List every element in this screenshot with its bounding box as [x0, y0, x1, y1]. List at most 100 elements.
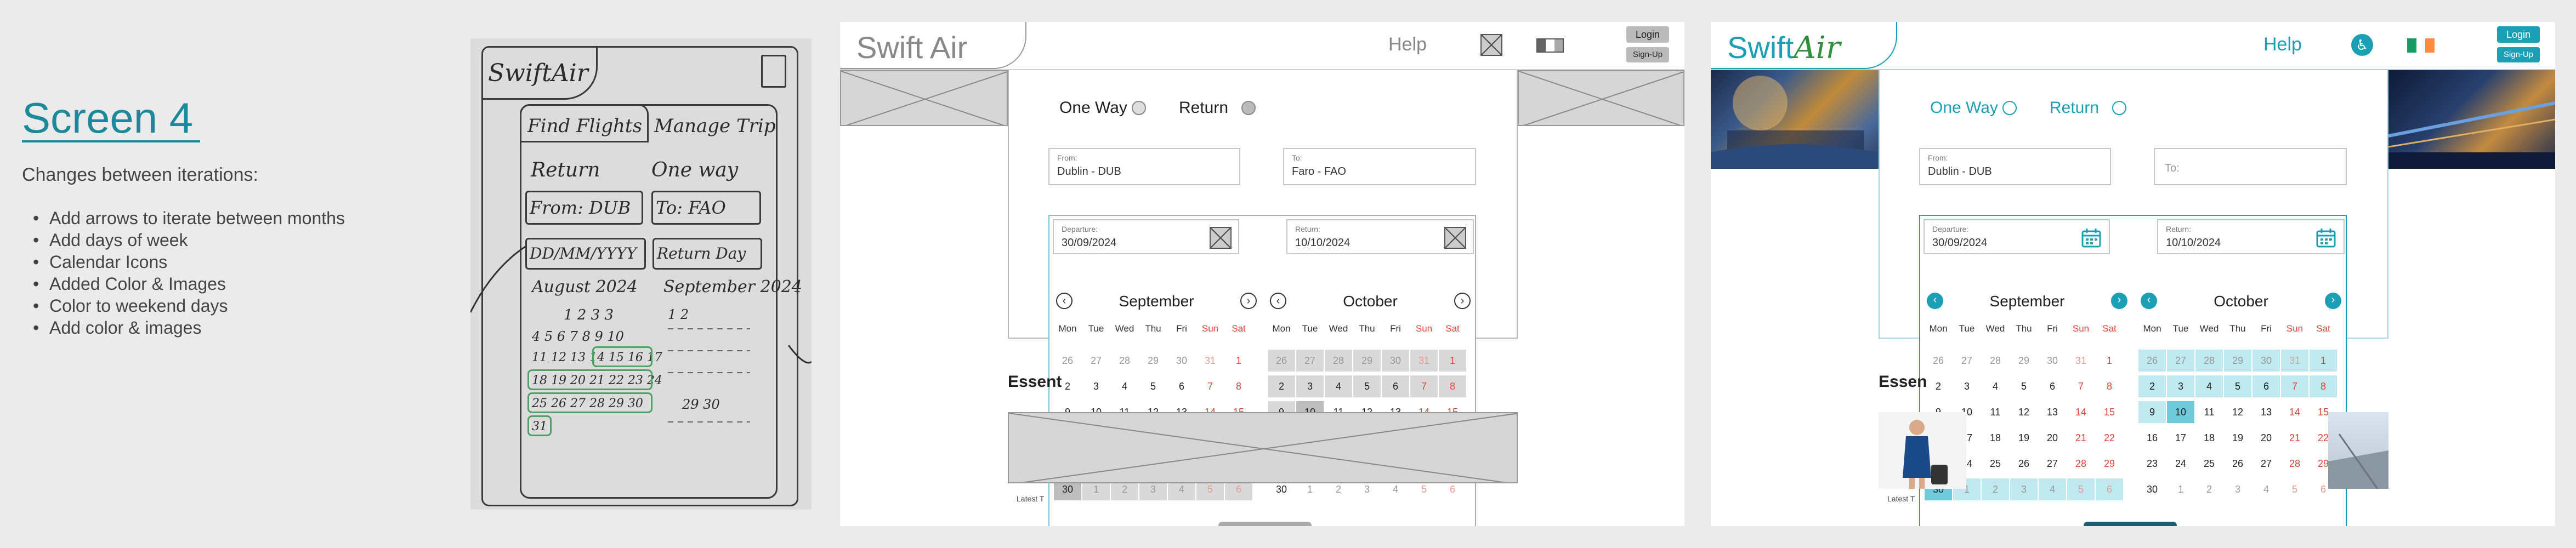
calendar-day[interactable]: 7: [1196, 375, 1224, 397]
from-field[interactable]: From: Dublin - DUB: [1048, 148, 1240, 185]
calendar-day[interactable]: 2: [1925, 375, 1952, 397]
calendar-day[interactable]: 27: [1296, 350, 1324, 372]
one-way-radio[interactable]: [2002, 101, 2017, 115]
calendar-day[interactable]: 29: [1353, 350, 1381, 372]
departure-calendar-icon[interactable]: [1210, 227, 1232, 249]
calendar-day[interactable]: 1: [2167, 478, 2194, 500]
calendar-day[interactable]: 21: [2281, 427, 2308, 449]
calendar-day[interactable]: 23: [2138, 453, 2166, 475]
calendar-day[interactable]: 31: [1410, 350, 1438, 372]
return-field[interactable]: Return: 10/10/2024: [1286, 219, 1474, 254]
calendar-day[interactable]: 27: [1082, 350, 1110, 372]
signup-button[interactable]: Sign-Up: [2497, 47, 2540, 62]
prev-month-icon[interactable]: ‹: [1927, 293, 1943, 309]
calendar-day[interactable]: 6: [1382, 375, 1409, 397]
flag-icon[interactable]: [1536, 38, 1564, 53]
accessibility-icon[interactable]: ♿: [2351, 34, 2373, 56]
calendar-day[interactable]: 17: [2167, 427, 2194, 449]
calendar-day[interactable]: 31: [2281, 350, 2308, 372]
calendar-day[interactable]: 26: [1925, 350, 1952, 372]
departure-field[interactable]: Departure: 30/09/2024: [1053, 219, 1239, 254]
calendar-day[interactable]: 20: [2039, 427, 2066, 449]
help-link[interactable]: Help: [1388, 34, 1427, 55]
calendar-day[interactable]: 16: [2138, 427, 2166, 449]
departure-field[interactable]: Departure: 30/09/2024: [1924, 219, 2110, 254]
calendar-day[interactable]: 9: [2138, 401, 2166, 423]
calendar-day[interactable]: 1: [1225, 350, 1252, 372]
calendar-day[interactable]: 30: [1382, 350, 1409, 372]
calendar-day[interactable]: 7: [1410, 375, 1438, 397]
calendar-day[interactable]: 6: [2252, 375, 2280, 397]
calendar-day[interactable]: 6: [2096, 478, 2123, 500]
calendar-day[interactable]: 13: [2252, 401, 2280, 423]
calendar-day[interactable]: 14: [2067, 401, 2095, 423]
calendar-day[interactable]: 4: [2252, 478, 2280, 500]
calendar-day[interactable]: 8: [1225, 375, 1252, 397]
calendar-day[interactable]: 27: [2167, 350, 2194, 372]
calendar-day[interactable]: 4: [1982, 375, 2009, 397]
calendar-day[interactable]: 4: [1325, 375, 1352, 397]
calendar-day[interactable]: 10: [2167, 401, 2194, 423]
calendar-day[interactable]: 26: [1054, 350, 1081, 372]
next-month-icon[interactable]: ›: [1240, 293, 1257, 309]
calendar-day[interactable]: 24: [2167, 453, 2194, 475]
calendar-day[interactable]: 19: [2010, 427, 2038, 449]
calendar-day[interactable]: 18: [2195, 427, 2223, 449]
calendar-day[interactable]: 28: [2067, 453, 2095, 475]
calendar-day[interactable]: 26: [2010, 453, 2038, 475]
calendar-day[interactable]: 25: [1982, 453, 2009, 475]
calendar-day[interactable]: 5: [2067, 478, 2095, 500]
calendar-day[interactable]: 18: [1982, 427, 2009, 449]
calendar-day[interactable]: 6: [1168, 375, 1195, 397]
calendar-day[interactable]: 28: [1325, 350, 1352, 372]
calendar-day[interactable]: 1: [2096, 350, 2123, 372]
irish-flag-icon[interactable]: [2407, 38, 2435, 53]
return-radio[interactable]: [2112, 101, 2126, 115]
calendar-day[interactable]: 28: [2281, 453, 2308, 475]
calendar-day[interactable]: 8: [2096, 375, 2123, 397]
calendar-day[interactable]: 26: [2138, 350, 2166, 372]
calendar-day[interactable]: 11: [2195, 401, 2223, 423]
calendar-day[interactable]: 5: [1139, 375, 1167, 397]
calendar-day[interactable]: 28: [1982, 350, 2009, 372]
calendar-day[interactable]: 30: [2039, 350, 2066, 372]
calendar-day[interactable]: 21: [2067, 427, 2095, 449]
calendar-day[interactable]: 30: [1168, 350, 1195, 372]
calendar-day[interactable]: 4: [2195, 375, 2223, 397]
calendar-day[interactable]: 11: [1982, 401, 2009, 423]
login-button[interactable]: Login: [2497, 26, 2540, 43]
calendar-day[interactable]: 3: [2167, 375, 2194, 397]
calendar-day[interactable]: 5: [1353, 375, 1381, 397]
prev-month-icon[interactable]: ‹: [1270, 293, 1286, 309]
calendar-day[interactable]: 1: [1439, 350, 1466, 372]
calendar-day[interactable]: 3: [2010, 478, 2038, 500]
calendar-day[interactable]: 4: [2039, 478, 2066, 500]
one-way-radio[interactable]: [1132, 101, 1146, 115]
calendar-day[interactable]: 28: [2195, 350, 2223, 372]
calendar-day[interactable]: 28: [1111, 350, 1138, 372]
calendar-day[interactable]: 19: [2224, 427, 2251, 449]
calendar-day[interactable]: 12: [2010, 401, 2038, 423]
scroll-indicator[interactable]: [2084, 522, 2177, 526]
calendar-day[interactable]: 3: [1082, 375, 1110, 397]
calendar-day[interactable]: 2: [1982, 478, 2009, 500]
calendar-day[interactable]: 5: [2010, 375, 2038, 397]
calendar-day[interactable]: 2: [2138, 375, 2166, 397]
to-field[interactable]: To: Faro - FAO: [1283, 148, 1476, 185]
calendar-day[interactable]: 5: [2224, 375, 2251, 397]
calendar-day[interactable]: 31: [2067, 350, 2095, 372]
departure-calendar-icon[interactable]: [2080, 227, 2102, 249]
return-calendar-icon[interactable]: [1444, 227, 1466, 249]
calendar-day[interactable]: 5: [2281, 478, 2308, 500]
calendar-day[interactable]: 31: [1196, 350, 1224, 372]
calendar-day[interactable]: 15: [2096, 401, 2123, 423]
calendar-day[interactable]: 22: [2096, 427, 2123, 449]
calendar-day[interactable]: 27: [1953, 350, 1981, 372]
calendar-day[interactable]: 8: [2310, 375, 2337, 397]
calendar-day[interactable]: 27: [2039, 453, 2066, 475]
return-calendar-icon[interactable]: [2315, 227, 2337, 249]
calendar-day[interactable]: 3: [2224, 478, 2251, 500]
calendar-day[interactable]: 12: [2224, 401, 2251, 423]
prev-month-icon[interactable]: ‹: [2141, 293, 2157, 309]
logo[interactable]: Swift Air: [856, 30, 967, 65]
